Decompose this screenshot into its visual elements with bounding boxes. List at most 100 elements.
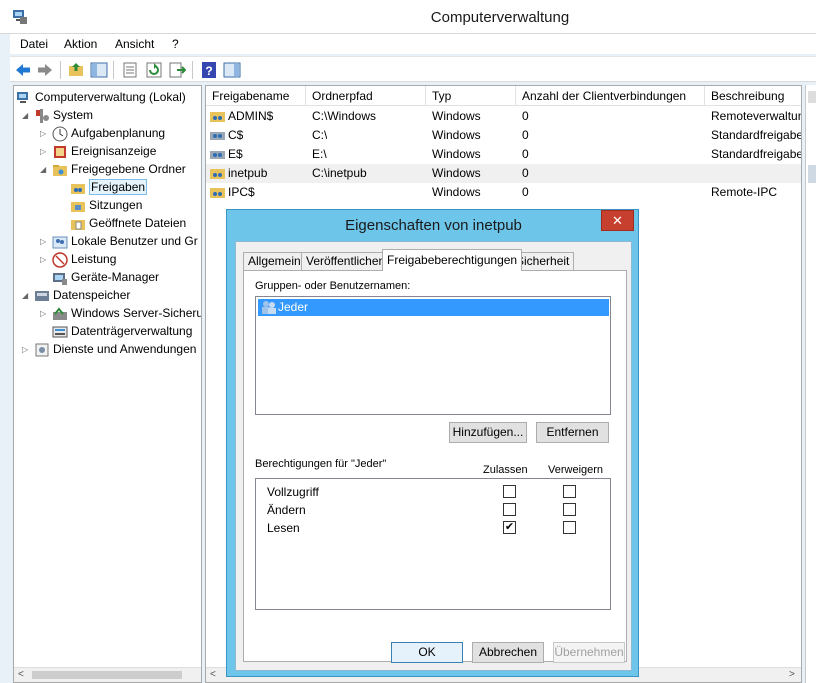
collapsed-arrow-icon[interactable]: ▷ <box>22 341 34 359</box>
scroll-left-icon[interactable]: < <box>18 669 24 680</box>
deny-column-header: Verweigern <box>548 464 604 476</box>
tree-item-windows-server-sicherung[interactable]: ▷ Windows Server-Sicheru <box>40 304 201 323</box>
tree-item-ereignisanzeige[interactable]: ▷ Ereignisanzeige <box>40 142 156 160</box>
permission-label: Ändern <box>267 503 306 517</box>
tree-item-leistung[interactable]: ▷ Leistung <box>40 250 116 268</box>
tree-item-sitzungen[interactable]: Sitzungen <box>70 196 142 214</box>
expanded-arrow-icon[interactable]: ◢ <box>40 161 52 179</box>
permissions-list: Vollzugriff Ändern Lesen ✔ <box>255 478 611 610</box>
collapsed-arrow-icon[interactable]: ▷ <box>40 305 52 323</box>
tree-item-dienste-und-anwendungen[interactable]: ▷ Dienste und Anwendungen <box>22 340 196 358</box>
allow-checkbox-lesen[interactable]: ✔ <box>503 521 516 534</box>
action-pane-icon[interactable] <box>223 61 241 79</box>
tree-item-system[interactable]: ◢ System <box>22 106 93 124</box>
drive-share-icon <box>210 132 225 140</box>
forward-arrow-icon[interactable] <box>36 61 54 79</box>
column-header-typ[interactable]: Typ <box>426 86 516 106</box>
collapsed-arrow-icon[interactable]: ▷ <box>40 143 52 161</box>
sessions-icon <box>70 198 86 214</box>
deny-checkbox-aendern[interactable] <box>563 503 576 516</box>
ok-button[interactable]: OK <box>391 642 463 663</box>
scroll-left-icon[interactable]: < <box>210 669 216 680</box>
apply-button[interactable]: Übernehmen <box>553 642 625 663</box>
tree-item-computerverwaltung[interactable]: Computerverwaltung (Lokal) <box>16 88 186 106</box>
open-files-icon <box>70 216 86 232</box>
tree-item-freigegebene-ordner[interactable]: ◢ Freigegebene Ordner <box>40 160 186 178</box>
deny-checkbox-lesen[interactable] <box>563 521 576 534</box>
export-list-icon[interactable] <box>168 61 186 79</box>
menu-help[interactable]: ? <box>172 37 179 51</box>
column-header-freigabename[interactable]: Freigabename <box>206 86 306 106</box>
cell-type: Windows <box>432 109 481 123</box>
allow-checkbox-vollzugriff[interactable] <box>503 485 516 498</box>
help-icon[interactable]: ? <box>200 61 218 79</box>
tree-item-datentraegerverwaltung[interactable]: Datenträgerverwaltung <box>52 322 192 340</box>
expanded-arrow-icon[interactable]: ◢ <box>22 107 34 125</box>
menu-datei[interactable]: Datei <box>20 37 48 51</box>
tree-item-geraete-manager[interactable]: Geräte-Manager <box>52 268 159 286</box>
table-row[interactable]: inetpub C:\inetpub Windows 0 <box>206 164 801 183</box>
performance-icon <box>52 252 68 268</box>
cell-name: inetpub <box>228 166 268 180</box>
tree-item-geoeffnete-dateien[interactable]: Geöffnete Dateien <box>70 214 186 232</box>
tab-freigabeberechtigungen[interactable]: Freigabeberechtigungen <box>382 249 523 271</box>
tree-item-freigaben[interactable]: Freigaben <box>70 178 148 196</box>
toolbar-separator <box>113 61 114 79</box>
properties-icon[interactable] <box>121 61 139 79</box>
users-icon <box>262 301 276 314</box>
back-arrow-icon[interactable] <box>14 61 32 79</box>
table-row[interactable]: ADMIN$ C:\Windows Windows 0 Remoteverwal… <box>206 107 801 126</box>
permissions-label: Berechtigungen für "Jeder" <box>255 458 387 470</box>
up-folder-icon[interactable] <box>67 61 85 79</box>
refresh-icon[interactable] <box>145 61 163 79</box>
cancel-button[interactable]: Abbrechen <box>472 642 544 663</box>
column-header-ordnerpfad[interactable]: Ordnerpfad <box>306 86 426 106</box>
allow-checkbox-aendern[interactable] <box>503 503 516 516</box>
cell-name: ADMIN$ <box>228 109 274 123</box>
table-row[interactable]: E$ E:\ Windows 0 Standardfreigabe <box>206 145 801 164</box>
drive-share-icon <box>210 151 225 159</box>
toolbar-separator <box>60 61 61 79</box>
collapsed-arrow-icon[interactable]: ▷ <box>40 251 52 269</box>
tree-item-lokale-benutzer[interactable]: ▷ Lokale Benutzer und Gr <box>40 232 198 250</box>
collapsed-arrow-icon[interactable]: ▷ <box>40 233 52 251</box>
tree-item-aufgabenplanung[interactable]: ▷ Aufgabenplanung <box>40 124 165 142</box>
groups-list[interactable]: Jeder <box>255 296 611 415</box>
show-hide-tree-icon[interactable] <box>90 61 108 79</box>
actions-header-stub <box>808 91 816 103</box>
cell-path: C:\ <box>312 128 328 142</box>
clock-icon <box>52 126 68 142</box>
cell-desc: Remote-IPC <box>711 185 778 199</box>
table-row[interactable]: IPC$ Windows 0 Remote-IPC <box>206 183 801 202</box>
menu-aktion[interactable]: Aktion <box>64 37 97 51</box>
services-icon <box>34 342 50 358</box>
deny-checkbox-vollzugriff[interactable] <box>563 485 576 498</box>
cell-type: Windows <box>432 147 481 161</box>
expanded-arrow-icon[interactable]: ◢ <box>22 287 34 305</box>
column-header-anzahl[interactable]: Anzahl der Clientverbindungen <box>516 86 705 106</box>
scroll-right-icon[interactable]: > <box>789 669 795 680</box>
dialog-title: Eigenschaften von inetpub <box>345 217 522 234</box>
system-tools-icon <box>34 108 50 124</box>
users-icon <box>52 234 68 250</box>
share-icon <box>210 169 225 179</box>
tab-veroeffentlichen[interactable]: Veröffentlichen <box>301 252 391 270</box>
tab-allgemein[interactable]: Allgemein <box>243 252 306 270</box>
groups-label: Gruppen- oder Benutzernamen: <box>255 280 411 292</box>
table-row[interactable]: C$ C:\ Windows 0 Standardfreigabe <box>206 126 801 145</box>
column-header-beschreibung[interactable]: Beschreibung <box>705 86 801 106</box>
cell-type: Windows <box>432 128 481 142</box>
scrollbar-thumb[interactable] <box>32 671 182 679</box>
collapsed-arrow-icon[interactable]: ▷ <box>40 125 52 143</box>
permission-label: Vollzugriff <box>267 485 319 499</box>
svg-text:?: ? <box>205 64 212 78</box>
add-button[interactable]: Hinzufügen... <box>449 422 527 443</box>
tree-item-datenspeicher[interactable]: ◢ Datenspeicher <box>22 286 130 304</box>
tree-horizontal-scrollbar[interactable]: < <box>14 667 201 682</box>
actions-pane-edge <box>805 85 816 683</box>
menu-ansicht[interactable]: Ansicht <box>115 37 154 51</box>
remove-button[interactable]: Entfernen <box>536 422 609 443</box>
close-icon[interactable]: ✕ <box>601 210 634 231</box>
cell-name: E$ <box>228 147 243 161</box>
list-item[interactable]: Jeder <box>258 299 609 316</box>
